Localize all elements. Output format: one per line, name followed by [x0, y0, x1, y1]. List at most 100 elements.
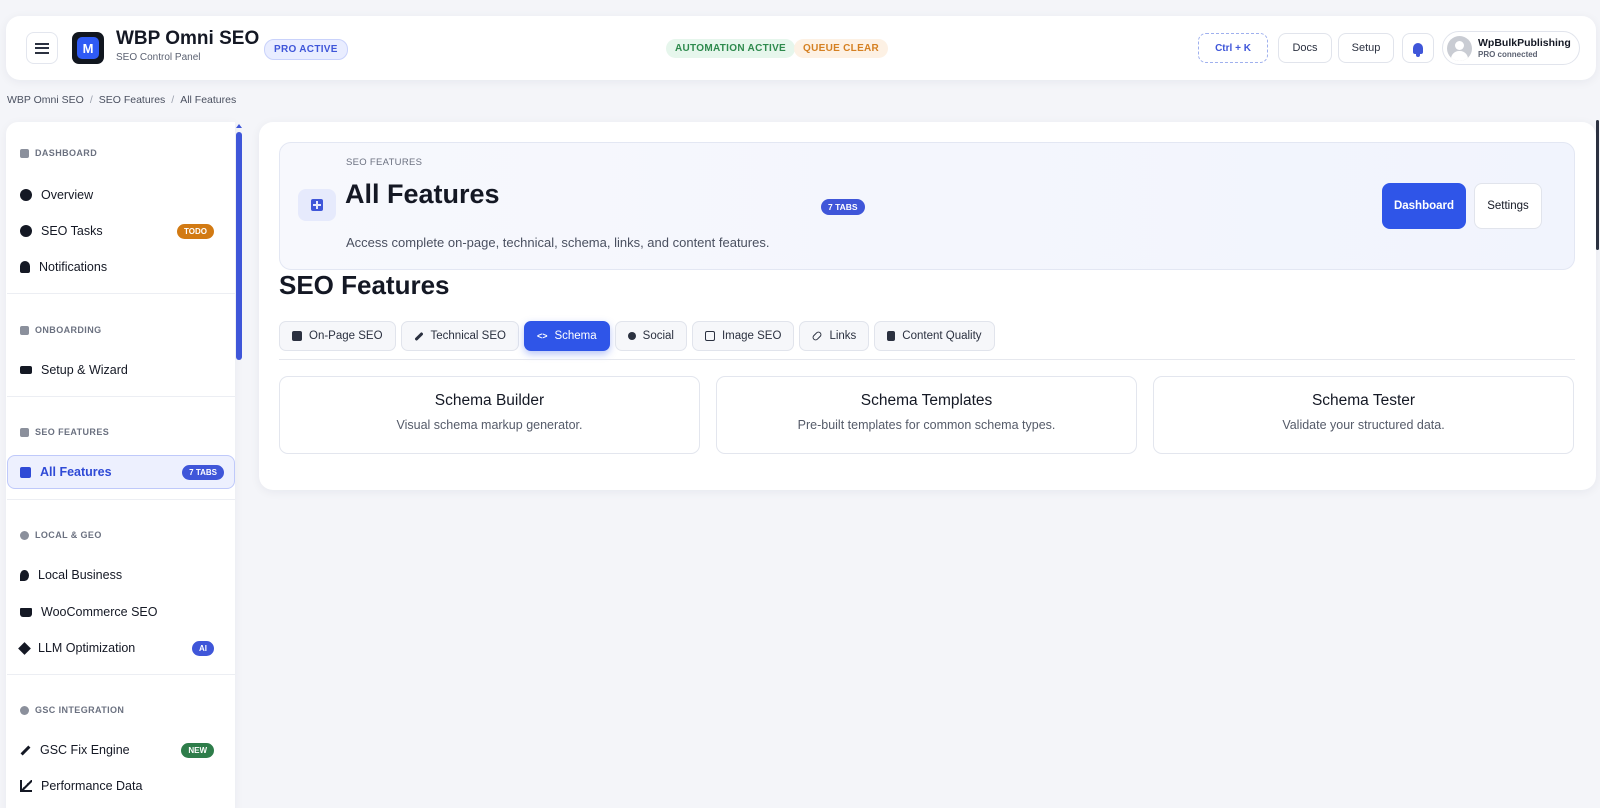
- search-section-icon: [20, 705, 29, 715]
- tabs-count-badge: 7 TABS: [821, 199, 865, 215]
- command-palette-shortcut-button[interactable]: Ctrl + K: [1198, 33, 1268, 63]
- hamburger-icon: [35, 42, 49, 54]
- sidebar-item-all-features[interactable]: All Features 7 TABS: [7, 455, 235, 489]
- user-account-menu[interactable]: WpBulkPublishing PRO connected: [1442, 31, 1580, 65]
- tab-on-page-seo[interactable]: On-Page SEO: [279, 321, 396, 351]
- grid-plus-icon: [20, 466, 31, 478]
- card-title: Schema Tester: [1311, 392, 1416, 409]
- sidebar-item-local-business[interactable]: Local Business: [14, 560, 224, 590]
- hamburger-menu-button[interactable]: [26, 32, 58, 64]
- breadcrumb-item-seo-features[interactable]: SEO Features: [99, 94, 166, 106]
- avatar: [1447, 36, 1472, 61]
- image-icon: [704, 331, 715, 341]
- ai-badge: AI: [192, 640, 214, 656]
- bell-icon: [1413, 42, 1423, 57]
- tabs-count-badge: 7 TABS: [182, 464, 224, 480]
- todo-badge: TODO: [177, 223, 214, 239]
- wrench-icon: [413, 331, 424, 341]
- main-panel: SEO FEATURES All Features 7 TABS Access …: [259, 122, 1596, 490]
- settings-button[interactable]: Settings: [1474, 183, 1542, 229]
- sidebar-divider: [7, 499, 235, 500]
- tab-social[interactable]: Social: [614, 321, 687, 351]
- location-pin-icon: [20, 569, 29, 581]
- sidebar-divider: [7, 674, 235, 675]
- tab-technical-seo[interactable]: Technical SEO: [400, 321, 519, 351]
- hammer-icon: [20, 745, 31, 755]
- sidebar-item-setup-wizard[interactable]: Setup & Wizard: [14, 355, 224, 385]
- page-eyebrow: SEO FEATURES: [346, 157, 423, 168]
- page-description: Access complete on-page, technical, sche…: [346, 235, 770, 250]
- sidebar-item-notifications[interactable]: Notifications: [14, 252, 224, 282]
- check-circle-icon: [20, 225, 32, 237]
- sidebar-item-woocommerce-seo[interactable]: WooCommerce SEO: [14, 597, 224, 627]
- card-schema-builder[interactable]: Schema Builder Visual schema markup gene…: [279, 376, 700, 454]
- sidebar-section-onboarding: ONBOARDING: [20, 325, 102, 335]
- logo-mark: M: [77, 37, 99, 59]
- user-status: PRO connected: [1478, 50, 1538, 59]
- app-subtitle: SEO Control Panel: [116, 52, 201, 63]
- sidebar-divider: [7, 396, 235, 397]
- grid-plus-icon: [311, 199, 323, 211]
- sidebar-item-performance-data[interactable]: Performance Data: [14, 771, 224, 801]
- tab-schema[interactable]: <> Schema: [523, 321, 610, 351]
- card-description: Pre-built templates for common schema ty…: [797, 418, 1056, 432]
- new-badge: NEW: [181, 742, 214, 758]
- breadcrumb: WBP Omni SEO / SEO Features / All Featur…: [7, 94, 236, 106]
- top-header: M WBP Omni SEO SEO Control Panel PRO ACT…: [6, 16, 1596, 80]
- section-title: SEO Features: [279, 270, 450, 300]
- card-title: Schema Templates: [860, 392, 993, 409]
- notifications-button[interactable]: [1402, 33, 1434, 63]
- tab-links[interactable]: Links: [799, 321, 870, 351]
- breadcrumb-item-root[interactable]: WBP Omni SEO: [7, 94, 84, 106]
- breadcrumb-separator: /: [171, 94, 175, 106]
- graduation-cap-icon: [20, 366, 32, 374]
- page-icon: [298, 189, 336, 221]
- graduation-section-icon: [20, 325, 29, 335]
- sidebar-section-gsc-integration: GSC INTEGRATION: [20, 705, 124, 715]
- card-schema-templates[interactable]: Schema Templates Pre-built templates for…: [716, 376, 1137, 454]
- setup-button[interactable]: Setup: [1338, 33, 1394, 63]
- dashboard-section-icon: [20, 148, 29, 158]
- sidebar-item-overview[interactable]: Overview: [14, 180, 224, 210]
- grid-section-icon: [20, 427, 29, 437]
- bell-icon: [20, 261, 30, 273]
- sidebar-item-gsc-fix-engine[interactable]: GSC Fix Engine NEW: [14, 735, 224, 765]
- sidebar-section-seo-features: SEO FEATURES: [20, 427, 109, 437]
- app-logo[interactable]: M: [72, 32, 104, 64]
- tab-content-quality[interactable]: Content Quality: [874, 321, 995, 351]
- location-section-icon: [20, 530, 29, 540]
- feature-tabs: On-Page SEO Technical SEO <> Schema Socia…: [279, 321, 995, 351]
- sidebar-item-llm-optimization[interactable]: LLM Optimization AI: [14, 633, 224, 663]
- dashboard-icon: [20, 189, 32, 201]
- card-description: Validate your structured data.: [1282, 418, 1445, 432]
- sidebar-section-dashboard: DASHBOARD: [20, 148, 97, 158]
- document-icon: [887, 331, 896, 341]
- scroll-up-arrow-icon[interactable]: [236, 124, 242, 128]
- breadcrumb-item-current: All Features: [180, 94, 237, 106]
- tab-image-seo[interactable]: Image SEO: [691, 321, 795, 351]
- breadcrumb-separator: /: [89, 94, 93, 106]
- pro-active-badge: PRO ACTIVE: [264, 39, 348, 60]
- docs-button[interactable]: Docs: [1278, 33, 1332, 63]
- app-title: WBP Omni SEO: [116, 28, 260, 49]
- sidebar-section-local-geo: LOCAL & GEO: [20, 530, 102, 540]
- diamond-icon: [18, 641, 31, 655]
- chart-icon: [20, 780, 32, 792]
- sidebar-item-seo-tasks[interactable]: SEO Tasks TODO: [14, 216, 224, 246]
- cart-icon: [20, 607, 32, 617]
- dashboard-button[interactable]: Dashboard: [1382, 183, 1466, 229]
- user-name: WpBulkPublishing: [1478, 37, 1571, 49]
- card-schema-tester[interactable]: Schema Tester Validate your structured d…: [1153, 376, 1574, 454]
- card-title: Schema Builder: [434, 392, 545, 409]
- page-header-card: SEO FEATURES All Features 7 TABS Access …: [279, 142, 1575, 270]
- sidebar-scrollbar[interactable]: [236, 124, 242, 808]
- tabs-divider: [279, 359, 1575, 360]
- code-icon: <>: [536, 331, 548, 341]
- automation-status-badge: AUTOMATION ACTIVE: [666, 39, 796, 58]
- edit-icon: [292, 331, 302, 341]
- queue-status-badge: QUEUE CLEAR: [794, 39, 889, 58]
- page-scrollbar[interactable]: [1596, 120, 1599, 250]
- sidebar-divider: [7, 293, 235, 294]
- sidebar-scroll-thumb[interactable]: [236, 132, 242, 360]
- share-icon: [627, 332, 636, 340]
